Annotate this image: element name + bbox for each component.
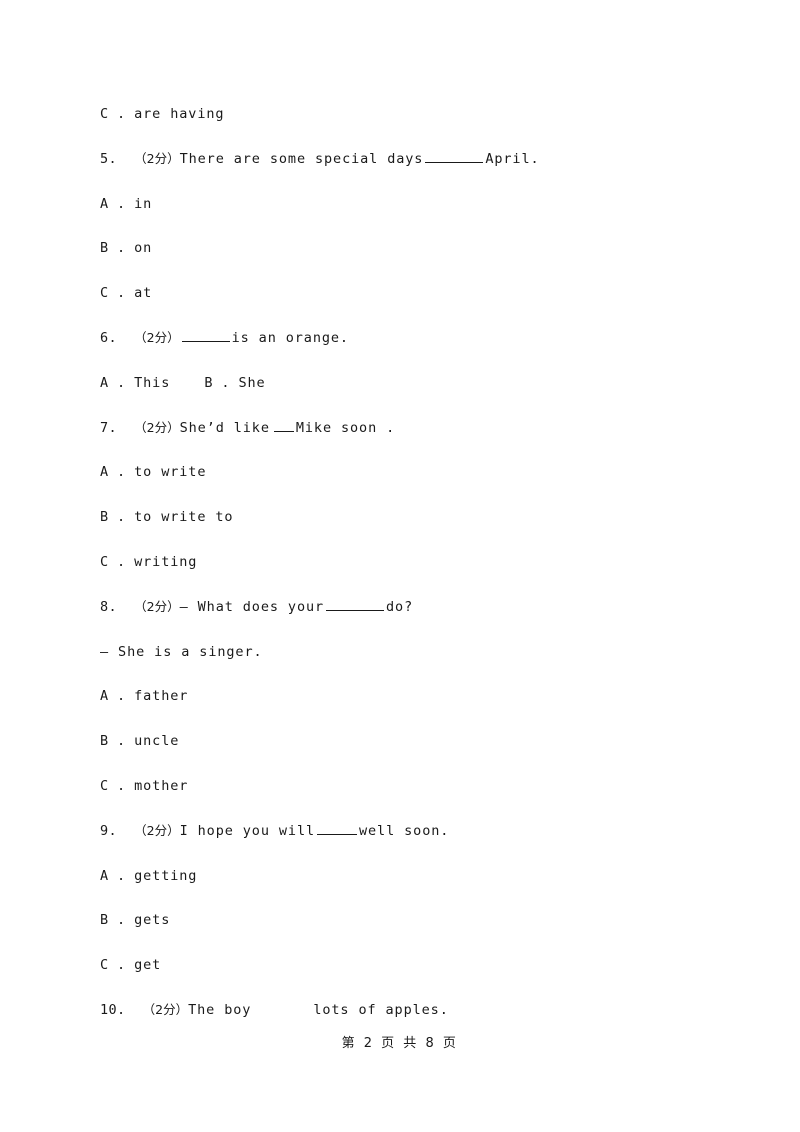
answer-blank [317,822,357,835]
question-8-option-a[interactable]: A . father [100,686,700,731]
question-score: （2分） [134,150,180,166]
question-score: （2分） [134,419,180,435]
question-list: C . are having 5. （2分）There are some spe… [100,104,700,1045]
question-9-stem: 9. （2分）I hope you will well soon. [100,821,700,866]
question-number: 8. [100,598,118,615]
question-5-option-b[interactable]: B . on [100,238,700,283]
question-number: 6. [100,329,118,346]
dialogue-response: — She is a singer. [100,643,263,660]
question-stem-before: The boy [188,1001,252,1018]
option-letter: C . [100,957,126,974]
question-7-option-c[interactable]: C . writing [100,552,700,597]
option-letter: B . [100,733,126,750]
option-letter: C . [100,285,126,302]
question-stem-before: I hope you will [179,822,315,839]
question-8-option-b[interactable]: B . uncle [100,731,700,776]
question-number: 10. [100,1001,126,1018]
option-text: to write to [134,509,234,526]
option-letter: B . [100,912,126,929]
document-page: C . are having 5. （2分）There are some spe… [0,0,800,1132]
option-text: father [134,688,189,705]
option-text: to write [134,464,207,481]
question-5-stem: 5. （2分）There are some special days April. [100,149,700,194]
option-letter: A . [100,195,126,212]
question-score: （2分） [134,598,180,614]
option-letter: A . [100,688,126,705]
option-text: This [134,374,171,391]
question-7-option-a[interactable]: A . to write [100,462,700,507]
question-9-option-c[interactable]: C . get [100,955,700,1000]
question-8-stem: 8. （2分）— What does your do? [100,597,700,642]
option-text: gets [134,912,171,929]
option-text: on [134,240,153,257]
question-stem-before: She’d like [179,419,270,436]
question-stem-after: Mike soon . [295,419,396,436]
option-letter: A . [100,464,126,481]
answer-blank [273,419,294,432]
question-number: 9. [100,822,118,839]
option-text: getting [134,867,198,884]
question-score: （2分） [142,1001,189,1017]
answer-blank [425,150,484,163]
question-stem-after: well soon. [359,822,450,839]
question-score: （2分） [134,822,180,838]
option-text: are having [134,106,225,122]
carryover-option-c: C . are having [100,104,700,149]
option-text: in [134,195,153,212]
option-text: at [134,285,153,302]
question-stem-before: — What does your [179,598,325,615]
option-letter: C . [100,553,126,570]
question-stem-after: April. [485,150,540,167]
option-letter: A . [100,374,126,391]
option-text: get [134,957,162,974]
option-text: mother [134,777,189,794]
question-6-options-inline[interactable]: A . This B . She [100,373,700,418]
answer-blank [326,598,385,611]
question-8-option-c[interactable]: C . mother [100,776,700,821]
option-text: She [238,374,266,391]
option-text: writing [134,553,198,570]
option-letter: B . [100,240,126,257]
question-7-option-b[interactable]: B . to write to [100,507,700,552]
question-7-stem: 7. （2分）She’d like Mike soon . [100,418,700,463]
question-9-option-a[interactable]: A . getting [100,866,700,911]
option-letter: C . [100,777,126,794]
option-letter: A . [100,867,126,884]
question-9-option-b[interactable]: B . gets [100,910,700,955]
question-5-option-a[interactable]: A . in [100,194,700,239]
option-letter: B . [204,374,230,391]
option-text: uncle [134,733,180,750]
question-5-option-c[interactable]: C . at [100,283,700,328]
option-letter: C . [100,106,126,122]
question-6-stem: 6. （2分） is an orange. [100,328,700,373]
answer-blank [181,329,230,342]
option-letter: B . [100,509,126,526]
question-number: 5. [100,150,118,167]
question-stem-after: do? [386,598,414,615]
question-number: 7. [100,419,118,436]
question-score: （2分） [134,329,180,345]
page-footer: 第 2 页 共 8 页 [341,1036,459,1051]
question-stem-before: There are some special days [179,150,424,167]
question-stem-after: is an orange. [231,329,349,346]
question-8-answer-line: — She is a singer. [100,642,700,687]
question-stem-after: lots of apples. [313,1001,449,1018]
